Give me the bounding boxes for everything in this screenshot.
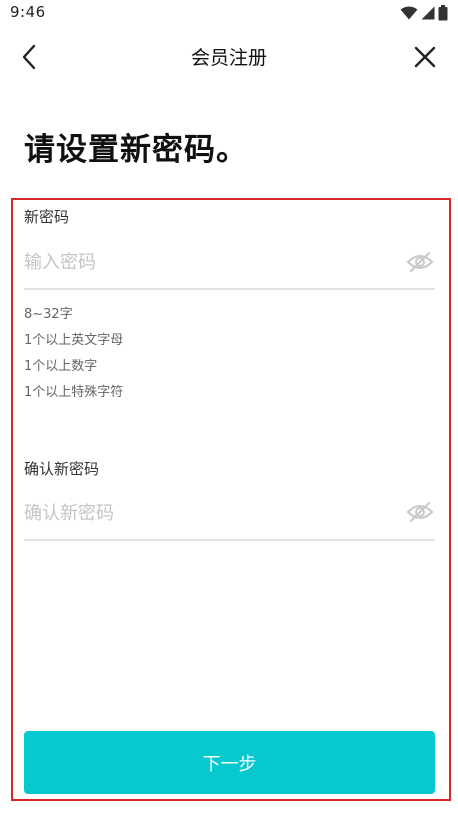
next-button[interactable]: 下一步 (24, 731, 435, 794)
status-icons (400, 4, 448, 22)
eye-off-icon[interactable] (406, 251, 434, 273)
battery-icon (438, 5, 448, 21)
new-password-label: 新密码 (24, 208, 70, 226)
eye-off-icon[interactable] (406, 501, 434, 523)
password-rules: 8~32字 1个以上英文字母 1个以上数字 1个以上特殊字符 (24, 302, 123, 406)
nav-bar: 会员注册 (0, 30, 458, 84)
close-icon (414, 46, 436, 68)
rule-letter: 1个以上英文字母 (24, 333, 124, 348)
status-time: 9:46 (10, 3, 46, 21)
status-bar: 9:46 (0, 0, 458, 26)
new-password-input[interactable] (24, 243, 434, 281)
rule-number: 1个以上数字 (24, 359, 98, 374)
close-button[interactable] (410, 42, 440, 72)
confirm-password-underline (24, 539, 435, 541)
page-heading: 请设置新密码。 (24, 132, 248, 168)
rule-special-char: 1个以上特殊字符 (24, 385, 124, 400)
page-title: 会员注册 (190, 47, 267, 69)
confirm-password-label: 确认新密码 (24, 460, 100, 478)
rule-length: 8~32字 (24, 307, 73, 322)
wifi-icon (400, 6, 418, 20)
confirm-password-input[interactable] (24, 494, 434, 532)
cellular-signal-icon (421, 6, 435, 20)
new-password-underline (24, 288, 435, 290)
